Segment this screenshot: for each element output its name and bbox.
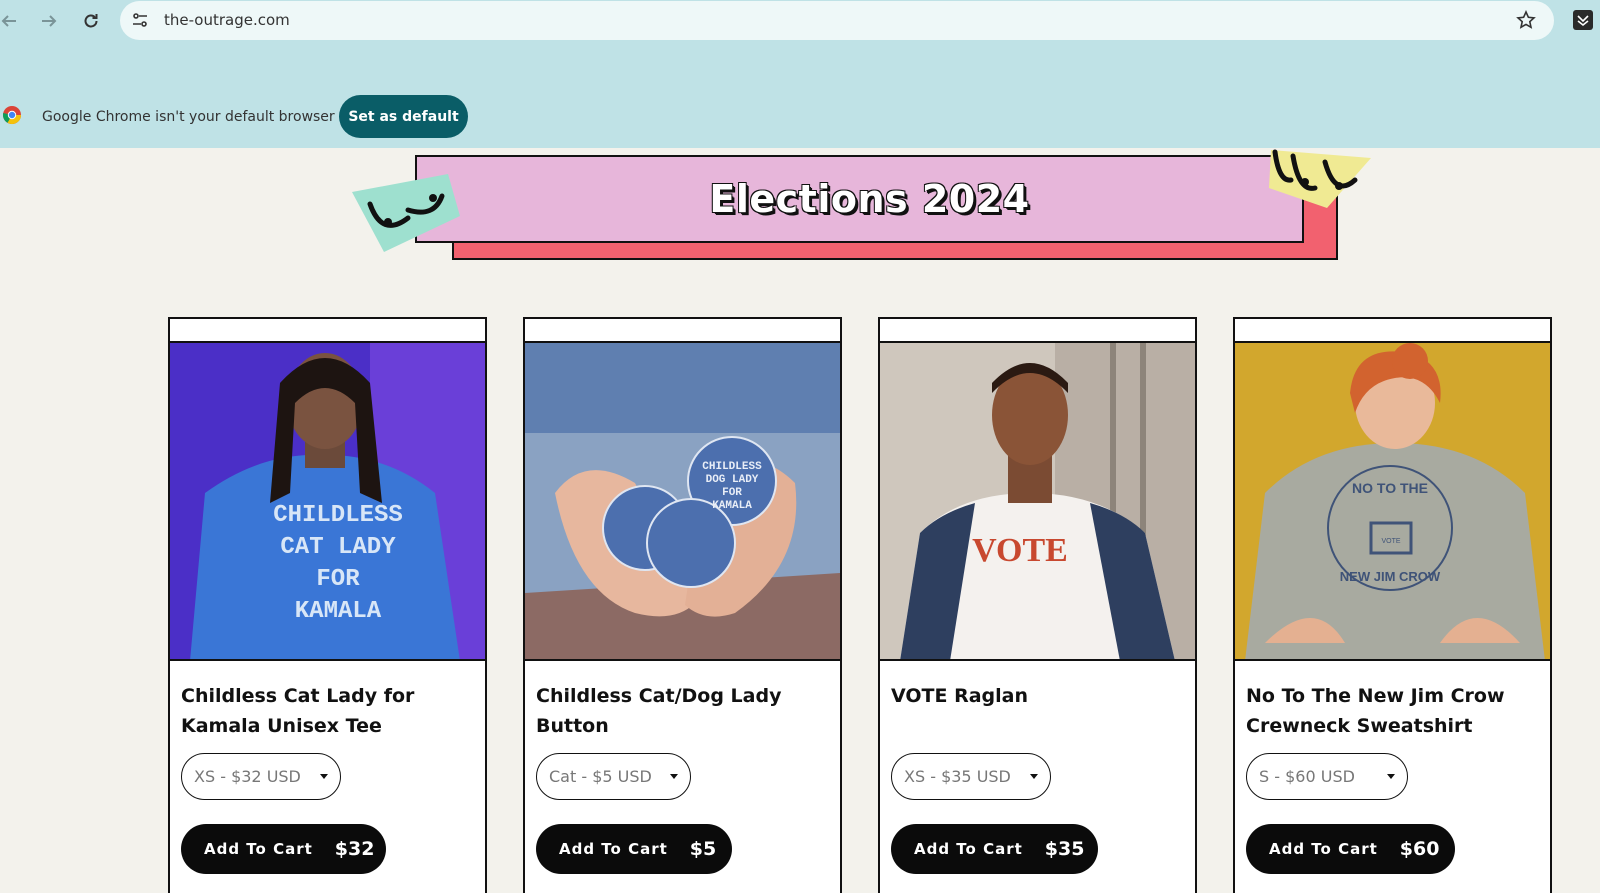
extension-icon[interactable]	[1573, 10, 1593, 30]
chevron-down-icon	[1030, 774, 1038, 779]
variant-select-value: XS - $32 USD	[194, 767, 301, 786]
shirt-print-line: KAMALA	[295, 598, 382, 625]
add-to-cart-label: Add To Cart	[1269, 840, 1378, 858]
banner: Elections 2024	[415, 155, 1304, 243]
price: $32	[334, 838, 375, 860]
shirt-print-line: FOR	[316, 566, 360, 593]
add-to-cart-label: Add To Cart	[914, 840, 1023, 858]
chrome-logo-icon	[2, 105, 22, 125]
face-doodle-icon	[1265, 148, 1375, 215]
chevron-down-icon	[1387, 774, 1395, 779]
product-title[interactable]: No To The New Jim Crow Crewneck Sweatshi…	[1246, 681, 1546, 741]
variant-select-value: S - $60 USD	[1259, 767, 1355, 786]
button-print-line: FOR	[722, 487, 742, 499]
product-photo[interactable]: CHILDLESS DOG LADY FOR KAMALA	[525, 343, 840, 661]
bookmark-star-icon[interactable]	[1516, 10, 1536, 35]
page-title: Elections 2024	[709, 177, 1030, 221]
product-photo[interactable]: CHILDLESS CAT LADY FOR KAMALA	[170, 343, 485, 661]
shirt-print-line: CAT LADY	[280, 534, 396, 561]
product-card[interactable]: NO TO THE NEW JIM CROW VOTE No To The Ne…	[1233, 317, 1552, 893]
price: $5	[689, 838, 717, 860]
product-card[interactable]: CHILDLESS DOG LADY FOR KAMALA Childless …	[523, 317, 842, 893]
product-title[interactable]: VOTE Raglan	[891, 681, 1191, 711]
browser-chrome: the-outrage.com Google Chrome isn't your…	[0, 0, 1600, 148]
card-top-strip	[170, 319, 485, 343]
face-doodle-icon	[348, 170, 468, 259]
product-card[interactable]: CHILDLESS CAT LADY FOR KAMALA Childless …	[168, 317, 487, 893]
button-print-line: DOG LADY	[706, 474, 759, 486]
variant-select[interactable]: XS - $32 USD	[181, 753, 341, 800]
sweatshirt-print-line: NO TO THE	[1352, 480, 1428, 496]
url-text[interactable]: the-outrage.com	[164, 11, 290, 29]
chevron-down-icon	[320, 774, 328, 779]
product-title[interactable]: Childless Cat Lady for Kamala Unisex Tee	[181, 681, 481, 741]
variant-select[interactable]: XS - $35 USD	[891, 753, 1051, 800]
add-to-cart-button[interactable]: Add To Cart $5	[536, 824, 732, 874]
shirt-print-line: VOTE	[972, 532, 1068, 569]
add-to-cart-label: Add To Cart	[204, 840, 313, 858]
variant-select[interactable]: Cat - $5 USD	[536, 753, 691, 800]
chevron-down-icon	[670, 774, 678, 779]
variant-select-value: Cat - $5 USD	[549, 767, 652, 786]
add-to-cart-button[interactable]: Add To Cart $35	[891, 824, 1098, 874]
add-to-cart-button[interactable]: Add To Cart $32	[181, 824, 386, 874]
price: $35	[1044, 838, 1085, 860]
card-top-strip	[880, 319, 1195, 343]
add-to-cart-button[interactable]: Add To Cart $60	[1246, 824, 1455, 874]
button-print-line: CHILDLESS	[702, 461, 762, 473]
product-card[interactable]: VOTE VOTE Raglan XS - $35 USD Add To Car…	[878, 317, 1197, 893]
site-settings-icon[interactable]	[128, 8, 152, 32]
sweatshirt-print-line: VOTE	[1381, 538, 1400, 545]
button-print-line: KAMALA	[712, 500, 752, 512]
variant-select[interactable]: S - $60 USD	[1246, 753, 1408, 800]
address-bar[interactable]: the-outrage.com	[120, 1, 1554, 40]
card-top-strip	[525, 319, 840, 343]
forward-icon[interactable]	[34, 6, 64, 36]
set-as-default-button[interactable]: Set as default	[339, 95, 468, 138]
sweatshirt-print-line: NEW JIM CROW	[1340, 569, 1441, 584]
price: $60	[1399, 838, 1440, 860]
product-photo[interactable]: NO TO THE NEW JIM CROW VOTE	[1235, 343, 1550, 661]
variant-select-value: XS - $35 USD	[904, 767, 1011, 786]
reload-icon[interactable]	[76, 6, 106, 36]
add-to-cart-label: Add To Cart	[559, 840, 668, 858]
back-icon[interactable]	[0, 6, 24, 36]
product-title[interactable]: Childless Cat/Dog Lady Button	[536, 681, 836, 741]
product-photo[interactable]: VOTE	[880, 343, 1195, 661]
card-top-strip	[1235, 319, 1550, 343]
shirt-print-line: CHILDLESS	[273, 502, 403, 529]
default-browser-message: Google Chrome isn't your default browser	[42, 109, 335, 125]
